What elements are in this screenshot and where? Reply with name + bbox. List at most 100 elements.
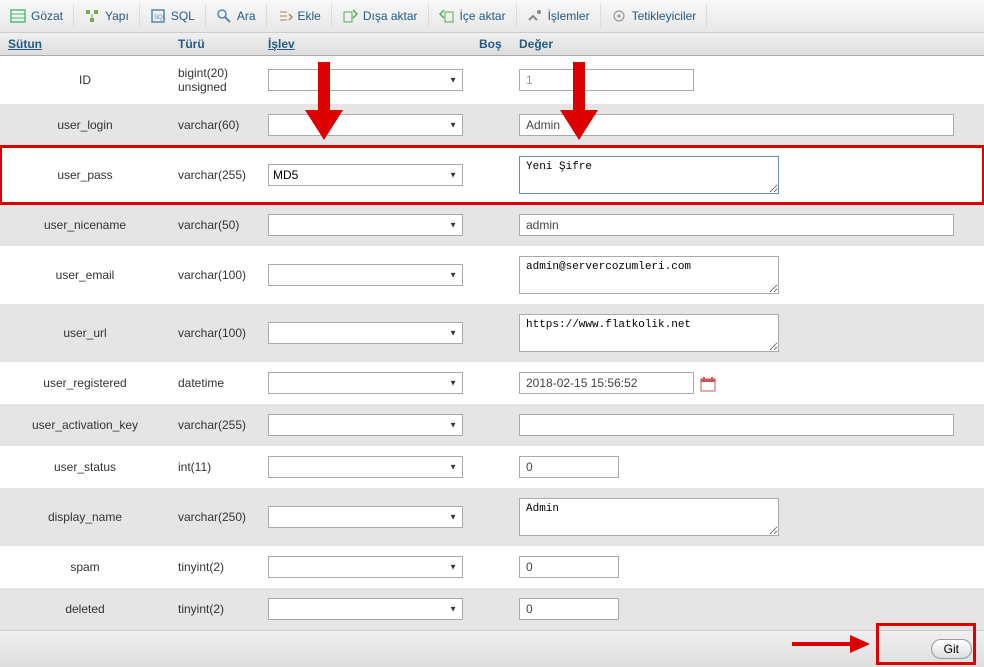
- function-select[interactable]: [268, 414, 463, 436]
- value-cell: [511, 446, 984, 488]
- value-input-user_registered[interactable]: [519, 372, 694, 394]
- tool-label: Gözat: [31, 9, 63, 23]
- tool-import[interactable]: İçe aktar: [429, 4, 517, 28]
- header-islev[interactable]: İşlev: [260, 33, 471, 56]
- function-cell: [260, 104, 471, 146]
- insert-form-table: Sütun Türü İşlev Boş Değer IDbigint(20) …: [0, 33, 984, 630]
- value-input-user_nicename[interactable]: [519, 214, 954, 236]
- value-input-user_activation_key[interactable]: [519, 414, 954, 436]
- column-name: user_nicename: [0, 204, 170, 246]
- function-select[interactable]: [268, 114, 463, 136]
- value-cell: admin@servercozumleri.com: [511, 246, 984, 304]
- column-type: datetime: [170, 362, 260, 404]
- null-cell: [471, 204, 511, 246]
- function-select[interactable]: [268, 506, 463, 528]
- tool-search[interactable]: Ara: [206, 4, 267, 28]
- column-type: varchar(100): [170, 304, 260, 362]
- tool-label: İçe aktar: [460, 9, 506, 23]
- header-deger: Değer: [511, 33, 984, 56]
- value-cell: https://www.flatkolik.net: [511, 304, 984, 362]
- insert-icon: [277, 8, 293, 24]
- operations-icon: [527, 8, 543, 24]
- tool-operations[interactable]: İşlemler: [517, 4, 601, 28]
- value-input-user_status[interactable]: [519, 456, 619, 478]
- null-cell: [471, 362, 511, 404]
- row-ID: IDbigint(20) unsigned: [0, 56, 984, 105]
- value-input-display_name[interactable]: Admin: [519, 498, 779, 536]
- value-input-user_pass[interactable]: Yeni Şifre: [519, 156, 779, 194]
- value-cell: Yeni Şifre: [511, 146, 984, 204]
- function-select[interactable]: [268, 264, 463, 286]
- null-cell: [471, 488, 511, 546]
- column-type: varchar(255): [170, 146, 260, 204]
- tool-label: Yapı: [105, 9, 129, 23]
- tool-label: Tetikleyiciler: [632, 9, 697, 23]
- null-cell: [471, 546, 511, 588]
- column-name: user_pass: [0, 146, 170, 204]
- calendar-icon[interactable]: [700, 376, 716, 392]
- svg-text:SQL: SQL: [154, 15, 166, 21]
- function-select[interactable]: [268, 456, 463, 478]
- submit-button[interactable]: Git: [931, 639, 972, 659]
- null-cell: [471, 246, 511, 304]
- null-cell: [471, 446, 511, 488]
- function-cell: [260, 446, 471, 488]
- column-type: tinyint(2): [170, 588, 260, 630]
- tool-triggers[interactable]: Tetikleyiciler: [601, 4, 708, 28]
- function-select[interactable]: [268, 556, 463, 578]
- value-cell: [511, 204, 984, 246]
- export-icon: [342, 8, 358, 24]
- function-select[interactable]: [268, 214, 463, 236]
- column-type: int(11): [170, 446, 260, 488]
- value-cell: Admin: [511, 488, 984, 546]
- value-cell: [511, 588, 984, 630]
- tool-insert[interactable]: Ekle: [267, 4, 332, 28]
- column-name: deleted: [0, 588, 170, 630]
- column-type: varchar(255): [170, 404, 260, 446]
- column-name: spam: [0, 546, 170, 588]
- tool-browse[interactable]: Gözat: [0, 4, 74, 28]
- column-type: bigint(20) unsigned: [170, 56, 260, 105]
- function-select[interactable]: [268, 372, 463, 394]
- value-input-ID[interactable]: [519, 69, 694, 91]
- tool-sql[interactable]: SQL SQL: [140, 4, 206, 28]
- value-cell: [511, 546, 984, 588]
- browse-icon: [10, 8, 26, 24]
- tool-label: Ekle: [298, 9, 321, 23]
- row-user_login: user_loginvarchar(60): [0, 104, 984, 146]
- function-cell: [260, 362, 471, 404]
- column-type: varchar(50): [170, 204, 260, 246]
- null-cell: [471, 304, 511, 362]
- row-user_email: user_emailvarchar(100) admin@servercozuml…: [0, 246, 984, 304]
- column-type: varchar(250): [170, 488, 260, 546]
- column-name: ID: [0, 56, 170, 105]
- value-input-user_url[interactable]: https://www.flatkolik.net: [519, 314, 779, 352]
- tool-structure[interactable]: Yapı: [74, 4, 140, 28]
- value-input-spam[interactable]: [519, 556, 619, 578]
- value-cell: [511, 104, 984, 146]
- column-name: display_name: [0, 488, 170, 546]
- function-cell: MD5: [260, 146, 471, 204]
- tool-export[interactable]: Dışa aktar: [332, 4, 429, 28]
- import-icon: [439, 8, 455, 24]
- column-name: user_email: [0, 246, 170, 304]
- header-sutun[interactable]: Sütun: [0, 33, 170, 56]
- structure-icon: [84, 8, 100, 24]
- null-cell: [471, 104, 511, 146]
- null-cell: [471, 56, 511, 105]
- value-input-user_login[interactable]: [519, 114, 954, 136]
- function-select[interactable]: [268, 322, 463, 344]
- column-type: varchar(100): [170, 246, 260, 304]
- function-select[interactable]: MD5: [268, 164, 463, 186]
- column-type: varchar(60): [170, 104, 260, 146]
- column-name: user_registered: [0, 362, 170, 404]
- value-input-user_email[interactable]: admin@servercozumleri.com: [519, 256, 779, 294]
- column-name: user_login: [0, 104, 170, 146]
- row-user_nicename: user_nicenamevarchar(50): [0, 204, 984, 246]
- column-type: tinyint(2): [170, 546, 260, 588]
- header-bos: Boş: [471, 33, 511, 56]
- null-cell: [471, 588, 511, 630]
- function-cell: [260, 204, 471, 246]
- tool-label: İşlemler: [548, 9, 590, 23]
- function-select[interactable]: [268, 69, 463, 91]
